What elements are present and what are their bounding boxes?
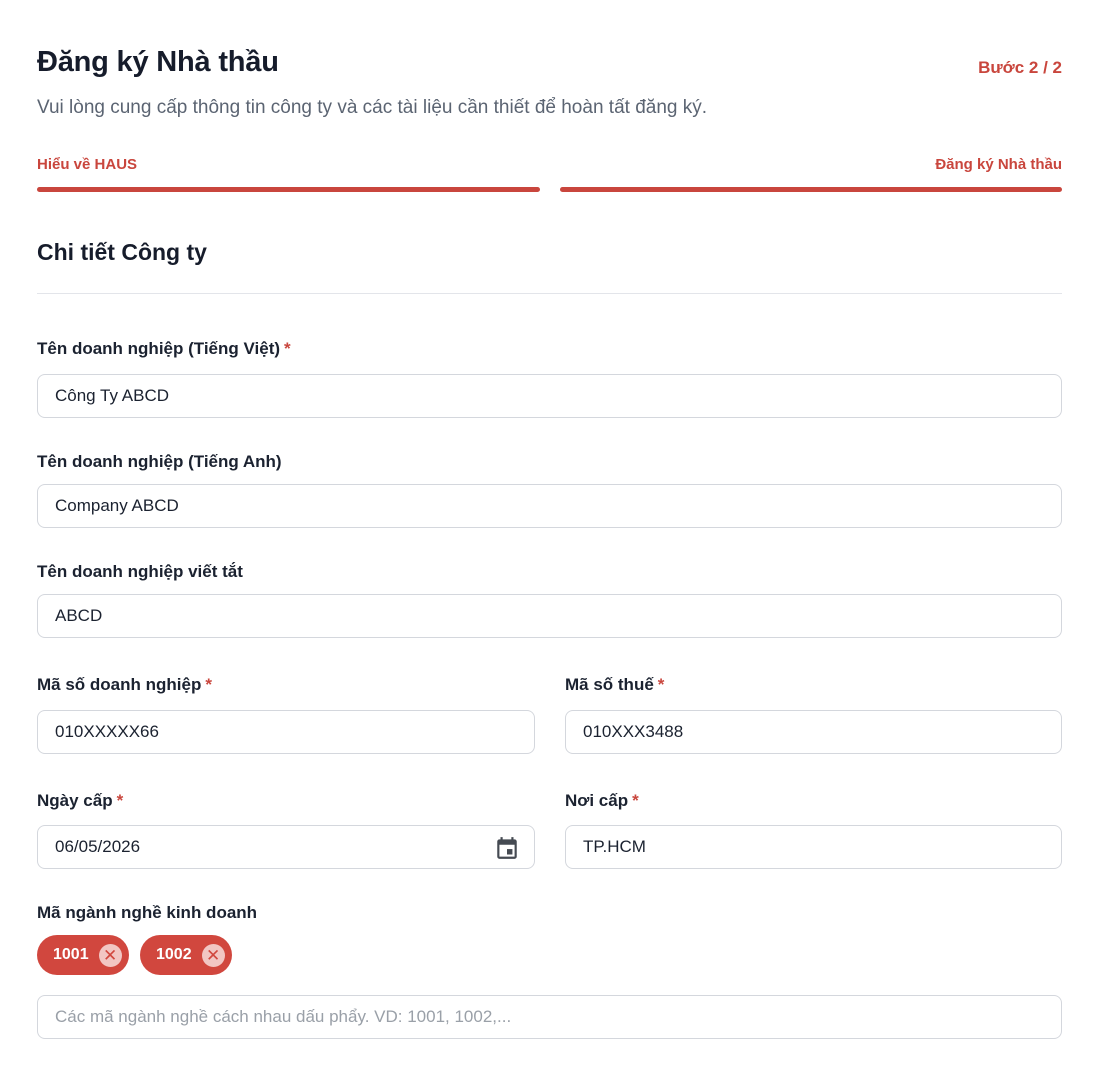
name-en-input[interactable]: Company ABCD bbox=[37, 484, 1062, 528]
industry-codes-label: Mã ngành nghề kinh doanh bbox=[37, 903, 257, 923]
tax-code-label-text: Mã số thuế bbox=[565, 675, 654, 694]
tax-code-label: Mã số thuế * bbox=[565, 675, 664, 695]
name-en-value: Company ABCD bbox=[55, 496, 179, 515]
name-vi-input[interactable]: Công Ty ABCD bbox=[37, 374, 1062, 418]
business-code-label-text: Mã số doanh nghiệp bbox=[37, 675, 202, 694]
issue-place-value: TP.HCM bbox=[583, 837, 646, 856]
business-code-input[interactable]: 010XXXXX66 bbox=[37, 710, 535, 754]
issue-date-label: Ngày cấp * bbox=[37, 791, 123, 811]
progress-step-1-label: Hiểu về HAUS bbox=[37, 156, 138, 173]
required-mark: * bbox=[205, 675, 212, 694]
registration-page: Đăng ký Nhà thầu Bước 2 / 2 Vui lòng cun… bbox=[0, 0, 1111, 1080]
name-vi-label-text: Tên doanh nghiệp (Tiếng Việt) bbox=[37, 339, 281, 358]
chip-remove-icon[interactable]: ✕ bbox=[98, 943, 122, 967]
progress-step-1-bar bbox=[37, 187, 540, 192]
name-short-label: Tên doanh nghiệp viết tắt bbox=[37, 562, 243, 582]
chip-label: 1002 bbox=[156, 946, 192, 963]
name-vi-label: Tên doanh nghiệp (Tiếng Việt) * bbox=[37, 339, 291, 359]
name-en-label-text: Tên doanh nghiệp (Tiếng Anh) bbox=[37, 452, 282, 471]
industry-codes-input[interactable]: Các mã ngành nghề cách nhau dấu phẩy. VD… bbox=[37, 995, 1062, 1039]
industry-code-chip: 1001 ✕ bbox=[37, 935, 129, 975]
section-title: Chi tiết Công ty bbox=[37, 239, 207, 265]
industry-code-chip: 1002 ✕ bbox=[140, 935, 232, 975]
name-short-input[interactable]: ABCD bbox=[37, 594, 1062, 638]
required-mark: * bbox=[116, 791, 124, 810]
name-short-value: ABCD bbox=[55, 606, 103, 625]
required-mark: * bbox=[632, 791, 639, 810]
step-indicator: Bước 2 / 2 bbox=[978, 58, 1062, 77]
tax-code-value: 010XXX3488 bbox=[583, 722, 684, 741]
issue-place-label-text: Nơi cấp bbox=[565, 791, 629, 810]
chip-remove-icon[interactable]: ✕ bbox=[201, 943, 225, 967]
issue-place-label: Nơi cấp * bbox=[565, 791, 639, 811]
issue-date-value: 06/05/2026 bbox=[55, 837, 141, 856]
progress-step-2-bar bbox=[560, 187, 1062, 192]
tax-code-input[interactable]: 010XXX3488 bbox=[565, 710, 1062, 754]
issue-date-label-text: Ngày cấp bbox=[37, 791, 113, 810]
section-divider bbox=[37, 293, 1062, 294]
industry-codes-label-text: Mã ngành nghề kinh doanh bbox=[37, 903, 258, 922]
required-mark: * bbox=[657, 675, 665, 694]
chip-label: 1001 bbox=[53, 946, 89, 963]
progress-step-2-label: Đăng ký Nhà thầu bbox=[935, 156, 1062, 173]
business-code-value: 010XXXXX66 bbox=[55, 722, 159, 741]
page-subtitle: Vui lòng cung cấp thông tin công ty và c… bbox=[37, 97, 708, 118]
business-code-label: Mã số doanh nghiệp * bbox=[37, 675, 212, 695]
name-vi-value: Công Ty ABCD bbox=[55, 386, 170, 405]
required-mark: * bbox=[284, 339, 291, 358]
issue-place-input[interactable]: TP.HCM bbox=[565, 825, 1062, 869]
calendar-icon[interactable] bbox=[494, 835, 520, 861]
issue-date-input[interactable]: 06/05/2026 bbox=[37, 825, 535, 869]
page-title: Đăng ký Nhà thầu bbox=[37, 46, 279, 78]
name-en-label: Tên doanh nghiệp (Tiếng Anh) bbox=[37, 452, 282, 472]
industry-codes-placeholder: Các mã ngành nghề cách nhau dấu phẩy. VD… bbox=[55, 1007, 512, 1026]
name-short-label-text: Tên doanh nghiệp viết tắt bbox=[37, 562, 243, 581]
